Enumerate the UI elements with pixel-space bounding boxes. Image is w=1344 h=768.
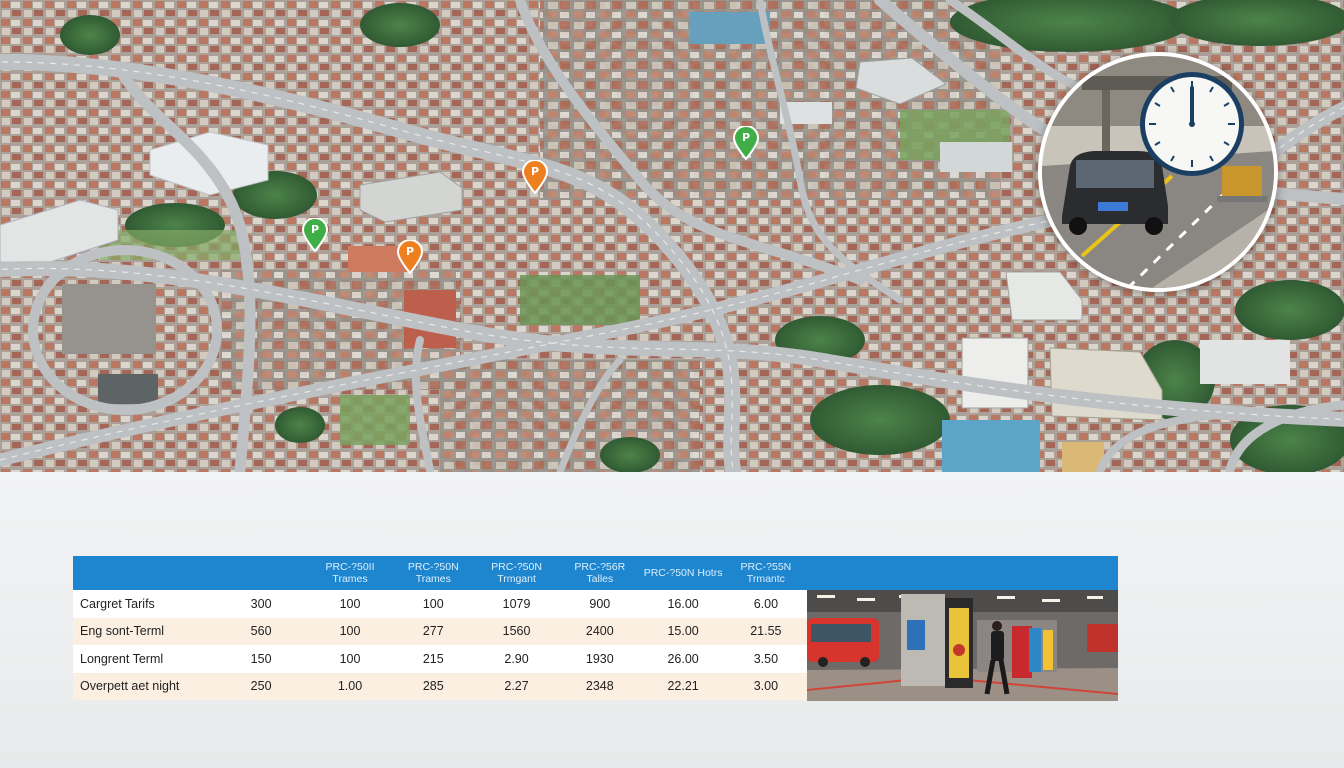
pin-glyph: P [310,223,320,236]
table-header-cell: PRC-?56R Talles [558,556,642,590]
table-cell: 150 [213,645,309,673]
table-header-row: PRC-?50II Trames PRC-?50N Trames PRC-?50… [73,556,807,590]
table-cell: 560 [213,617,309,645]
table-cell: 100 [308,590,392,618]
table-cell: 285 [391,672,475,700]
table-header-cell [213,556,309,590]
table-header-cell: PRC-?50N Trmgant [474,556,559,590]
table-cell: 215 [391,645,475,673]
parking-tariff-table: PRC-?50II Trames PRC-?50N Trames PRC-?50… [73,556,807,700]
row-label: Overpett aet night [73,672,214,700]
table-cell: 1079 [474,590,559,618]
aerial-map[interactable]: P P P P [0,0,1344,472]
table-header-cell [73,556,214,590]
table-cell: 1.00 [308,672,392,700]
row-label: Longrent Terml [73,645,214,673]
pin-glyph: P [741,131,751,144]
table-row: Cargret Tarifs 300 100 100 1079 900 16.0… [73,590,807,618]
bus-terminal-image [807,590,1118,701]
table-header-extension [807,556,1118,590]
table-cell: 16.00 [641,590,725,618]
map-pin-orange-north[interactable]: P [522,160,548,194]
map-pin-green-north[interactable]: P [733,126,759,160]
pin-glyph: P [530,165,540,178]
table-header-cell: PRC-?55N Trmantc [724,556,807,590]
table-cell: 3.00 [724,672,807,700]
table-cell: 2.27 [474,672,559,700]
table-cell: 1560 [474,617,559,645]
row-label: Eng sont-Terml [73,617,214,645]
table-cell: 21.55 [724,617,807,645]
table-cell: 2.90 [474,645,559,673]
table-cell: 15.00 [641,617,725,645]
table-cell: 100 [308,617,392,645]
table-cell: 900 [558,590,642,618]
table-cell: 250 [213,672,309,700]
table-cell: 100 [308,645,392,673]
table-cell: 300 [213,590,309,618]
table-header-cell: PRC-?50N Trames [391,556,475,590]
table-cell: 6.00 [724,590,807,618]
table-row: Overpett aet night 250 1.00 285 2.27 234… [73,672,807,700]
table-cell: 22.21 [641,672,725,700]
row-label: Cargret Tarifs [73,590,214,618]
dropoff-scene-image [1042,56,1274,288]
bus-terminal-photo [807,590,1118,701]
table-cell: 100 [391,590,475,618]
table-cell: 2348 [558,672,642,700]
table-cell: 277 [391,617,475,645]
table-cell: 1930 [558,645,642,673]
table-header-cell: PRC-?50II Trames [308,556,392,590]
table-cell: 26.00 [641,645,725,673]
table-cell: 2400 [558,617,642,645]
table-header-cell: PRC-?50N Hotrs [641,556,725,590]
table-cell: 3.50 [724,645,807,673]
pin-glyph: P [405,245,415,258]
table-row: Eng sont-Terml 560 100 277 1560 2400 15.… [73,617,807,645]
table-row: Longrent Terml 150 100 215 2.90 1930 26.… [73,645,807,673]
map-pin-green-west[interactable]: P [302,218,328,252]
dropoff-clock-inset [1038,52,1278,292]
map-pin-orange-center[interactable]: P [397,240,423,274]
